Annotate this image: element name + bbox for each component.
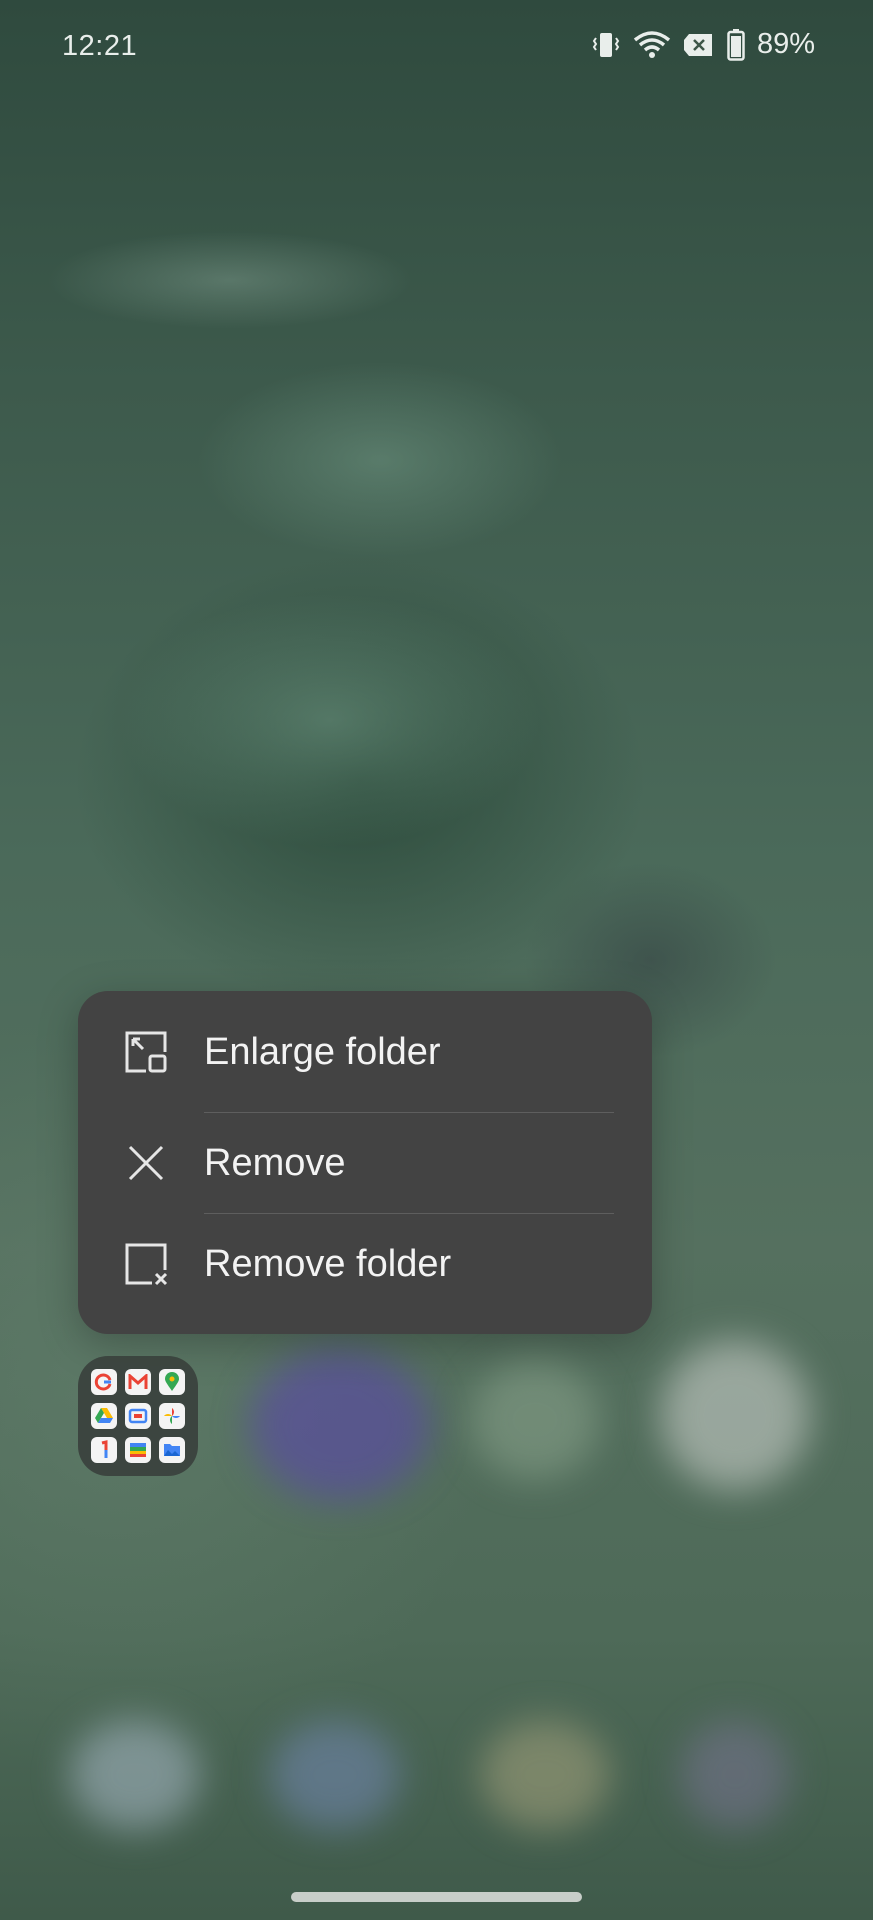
- remove-folder-icon: [125, 1243, 168, 1286]
- one-icon: [91, 1437, 117, 1463]
- google-icon: [91, 1369, 117, 1395]
- wallpaper: [0, 0, 873, 1920]
- photos-icon: [159, 1403, 185, 1429]
- files-icon: [159, 1437, 185, 1463]
- blurred-dock-icon: [270, 1720, 400, 1830]
- blurred-app-icon: [250, 1350, 430, 1500]
- maps-icon: [159, 1369, 185, 1395]
- blurred-dock-icon: [680, 1720, 790, 1830]
- battery-percent: 89%: [756, 28, 815, 60]
- menu-item-remove-folder[interactable]: Remove folder: [78, 1214, 652, 1314]
- status-bar: 12:21 89%: [0, 0, 873, 96]
- wallet-icon: [125, 1437, 151, 1463]
- battery-icon: [727, 28, 745, 61]
- menu-item-label: Remove: [204, 1141, 346, 1184]
- no-sim-icon: [683, 33, 712, 56]
- home-screen: 12:21 89% Enlarge folder Remove Remove f…: [0, 0, 873, 1920]
- navigation-handle[interactable]: [291, 1892, 582, 1902]
- gmail-icon: [125, 1369, 151, 1395]
- folder-app-grid: [91, 1369, 185, 1463]
- blurred-app-icon: [660, 1340, 810, 1490]
- drive-icon: [91, 1403, 117, 1429]
- vibrate-icon: [592, 32, 620, 57]
- menu-item-label: Enlarge folder: [204, 1030, 441, 1073]
- menu-item-enlarge-folder[interactable]: Enlarge folder: [78, 1002, 652, 1102]
- blurred-dock-icon: [70, 1720, 200, 1830]
- menu-item-remove[interactable]: Remove: [78, 1113, 652, 1213]
- meet-icon: [125, 1403, 151, 1429]
- blurred-app-icon: [470, 1360, 600, 1480]
- blurred-dock-icon: [480, 1720, 610, 1830]
- enlarge-folder-icon: [125, 1031, 167, 1073]
- close-icon: [128, 1145, 164, 1181]
- wifi-icon: [633, 30, 671, 58]
- app-folder[interactable]: [78, 1356, 198, 1476]
- status-icons: 89%: [591, 28, 815, 61]
- folder-context-menu: Enlarge folder Remove Remove folder: [78, 991, 652, 1334]
- menu-item-label: Remove folder: [204, 1242, 452, 1285]
- clock: 12:21: [62, 30, 138, 62]
